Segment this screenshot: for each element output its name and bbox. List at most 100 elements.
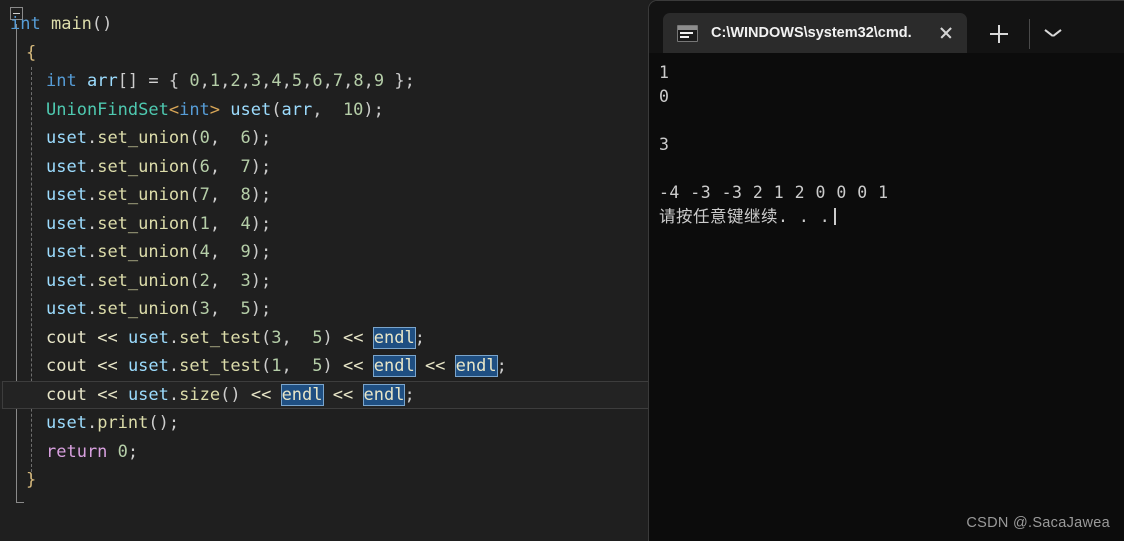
code-line[interactable]: cout << uset.size() << endl << endl; [0,380,648,409]
code-token: cout [46,327,87,348]
code-token: 6 [199,156,210,177]
code-token: , [302,71,313,91]
code-line[interactable]: uset.set_union(2, 3); [0,267,648,296]
code-token: << [97,356,118,376]
code-token: << [332,384,354,405]
code-token: main [50,14,92,34]
code-token: 9 [240,242,251,262]
code-token: 0 [117,441,128,462]
code-token: 5 [291,71,303,91]
code-token: , [343,71,354,91]
code-token: cout [46,384,87,405]
code-line[interactable]: uset.set_union(4, 9); [0,238,648,267]
code-line[interactable]: uset.set_union(3, 5); [0,295,648,324]
terminal-output-area[interactable]: 1 0 3 -4 -3 -3 2 1 2 0 0 0 1 请按任意键继续. . . [649,53,1124,541]
terminal-tab[interactable]: C:\WINDOWS\system32\cmd. [663,13,967,53]
code-token: ; [496,356,507,376]
code-token: ; [373,99,384,120]
code-token: << [250,384,272,405]
code-token: . [86,156,98,177]
code-lines-container[interactable]: int main(){int arr[] = { 0,1,2,3,4,5,6,7… [0,10,648,495]
code-token: , [209,213,241,234]
code-token: . [86,242,98,262]
code-line[interactable]: int arr[] = { 0,1,2,3,4,5,6,7,8,9 }; [0,67,648,96]
code-token: 4 [271,71,282,91]
code-token: set_union [97,156,190,177]
code-token: , [209,128,241,148]
terminal-titlebar: C:\WINDOWS\system32\cmd. [649,1,1124,53]
code-token: , [199,71,210,91]
code-token: , [209,299,241,319]
close-icon[interactable] [931,18,961,48]
new-tab-button[interactable] [986,21,1012,47]
selected-token: endl [362,383,406,406]
code-token: ; [404,71,415,91]
code-token: UnionFindSet [46,99,169,120]
code-token: uset [46,299,87,319]
terminal-window[interactable]: C:\WINDOWS\system32\cmd. 1 0 3 -4 -3 -3 2 1… [648,0,1124,541]
code-token: 2 [199,270,210,291]
code-line[interactable]: cout << uset.set_test(1, 5) << endl << e… [0,352,648,381]
code-line[interactable]: cout << uset.set_test(3, 5) << endl; [0,324,648,353]
code-token: ; [127,441,139,462]
code-token: > [209,99,221,120]
terminal-line: 1 [659,63,670,82]
toolbar-divider [1029,19,1030,49]
code-token: 5 [312,327,323,348]
code-token: set_union [97,242,190,262]
code-token: , [209,242,241,262]
code-line[interactable]: uset.print(); [0,409,648,438]
code-token: 1 [271,356,282,376]
code-token: uset [46,270,87,291]
code-token: 6 [312,71,323,91]
code-token: ) [250,128,262,148]
code-token: set_union [97,213,190,234]
terminal-line: 3 [659,135,670,154]
code-token: . [168,327,180,348]
chevron-down-icon[interactable] [1042,23,1068,49]
code-line[interactable]: uset.set_union(6, 7); [0,153,648,182]
code-line[interactable]: int main() [0,10,648,39]
code-token: 3 [271,327,282,348]
code-line[interactable]: { [0,39,648,68]
code-token: ( [189,242,200,262]
cmd-console-icon [677,24,698,42]
code-token: 6 [240,128,251,148]
code-line[interactable]: uset.set_union(1, 4); [0,210,648,239]
code-token: , [240,71,251,91]
code-token: set_union [97,270,190,291]
code-editor-pane[interactable]: int main(){int arr[] = { 0,1,2,3,4,5,6,7… [0,0,648,541]
code-token: ; [261,213,272,234]
code-token: cout [46,356,87,376]
code-token: arr [86,71,118,91]
code-token: uset [127,327,169,348]
code-line[interactable]: uset.set_union(0, 6); [0,124,648,153]
code-token: size [179,384,221,405]
code-token: ; [261,242,272,262]
code-line[interactable]: } [0,466,648,495]
code-token: uset [230,99,272,120]
code-token: 1 [199,213,210,234]
code-token: << [424,356,446,376]
watermark-text: CSDN @.SacaJawea [966,515,1110,531]
code-token: } [26,470,37,490]
code-token: 0 [189,71,200,91]
code-line[interactable]: return 0; [0,438,648,467]
code-token: ) [250,156,262,177]
code-token: 4 [240,213,251,234]
code-line[interactable]: UnionFindSet<int> uset(arr, 10); [0,96,648,125]
code-token: } [384,71,405,91]
selected-token: endl [372,355,416,377]
code-line[interactable]: uset.set_union(7, 8); [0,181,648,210]
selected-token: endl [280,383,324,406]
code-token: uset [46,156,87,177]
code-token: ) [250,270,262,291]
